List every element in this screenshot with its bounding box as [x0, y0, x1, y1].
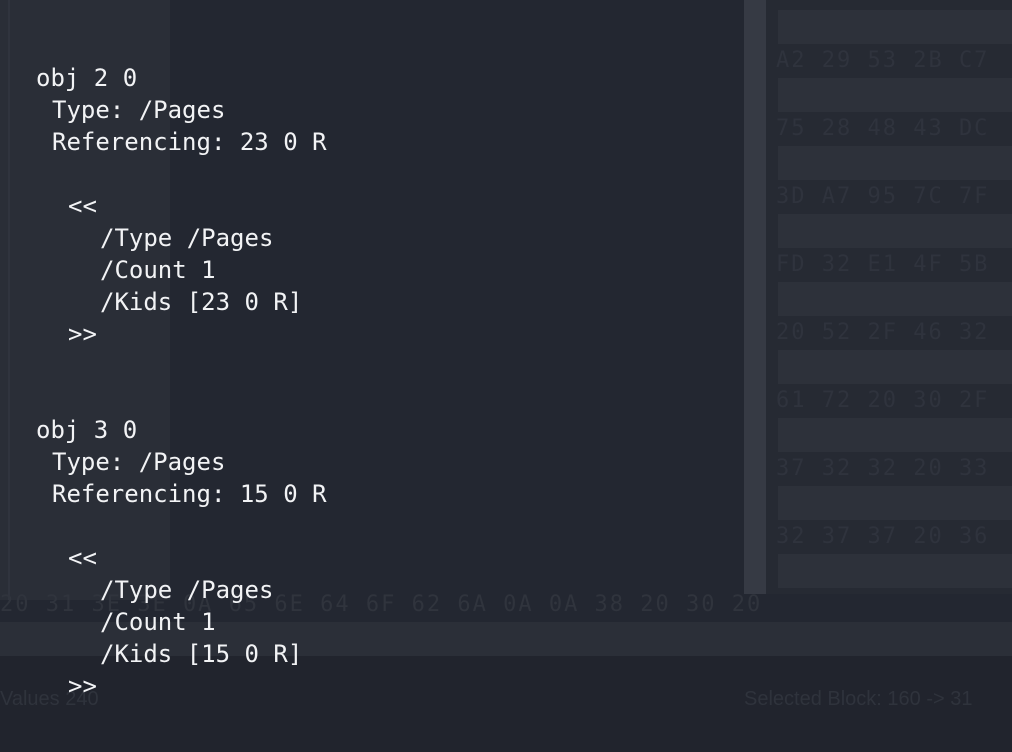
row-highlight: [778, 350, 1012, 384]
dict-count-entry: /Count 1: [100, 256, 216, 284]
hex-row[interactable]: 75 28 48 43 DC: [776, 112, 1012, 146]
dict-type-entry: /Type /Pages: [100, 576, 274, 604]
dict-close: >>: [68, 672, 97, 700]
row-highlight: [778, 282, 1012, 316]
row-highlight: [778, 214, 1012, 248]
hex-row[interactable]: 37 32 32 20 33: [776, 452, 1012, 486]
dict-open: <<: [68, 544, 97, 572]
row-highlight: [778, 10, 1012, 44]
row-highlight: [778, 486, 1012, 520]
object-referencing: Referencing: 15 0 R: [52, 480, 327, 508]
row-highlight: [778, 418, 1012, 452]
dict-count-entry: /Count 1: [100, 608, 216, 636]
app-window: 7F 1E 31 41 31 A2 29 53 2B C7 75 28 48 4…: [0, 0, 1012, 752]
dict-close: >>: [68, 320, 97, 348]
dict-kids-entry: /Kids [23 0 R]: [100, 288, 303, 316]
panel-divider[interactable]: [744, 0, 766, 594]
hex-row[interactable]: A2 29 53 2B C7: [776, 44, 1012, 78]
object-referencing: Referencing: 23 0 R: [52, 128, 327, 156]
row-highlight: [778, 554, 1012, 588]
status-selected-block: Selected Block: 160 -> 31: [744, 688, 973, 710]
object-type: Type: /Pages: [52, 96, 226, 124]
hex-row[interactable]: 32 37 37 20 36: [776, 520, 1012, 554]
hex-row[interactable]: 61 72 20 30 2F: [776, 384, 1012, 418]
row-highlight: [778, 146, 1012, 180]
object-header: obj 3 0: [36, 416, 138, 444]
hex-row[interactable]: FD 32 E1 4F 5B: [776, 248, 1012, 282]
hex-row[interactable]: 3D A7 95 7C 7F: [776, 180, 1012, 214]
dict-type-entry: /Type /Pages: [100, 224, 274, 252]
row-highlight: [778, 78, 1012, 112]
hex-row[interactable]: 20 52 2F 46 32: [776, 316, 1012, 350]
object-type: Type: /Pages: [52, 448, 226, 476]
object-header: obj 2 0: [36, 64, 138, 92]
dict-kids-entry: /Kids [15 0 R]: [100, 640, 303, 668]
hex-row[interactable]: 7F 1E 31 41 31: [776, 0, 1012, 10]
pdf-object-tooltip: obj 2 0 Type: /Pages Referencing: 23 0 R…: [0, 50, 740, 750]
dict-open: <<: [68, 192, 97, 220]
